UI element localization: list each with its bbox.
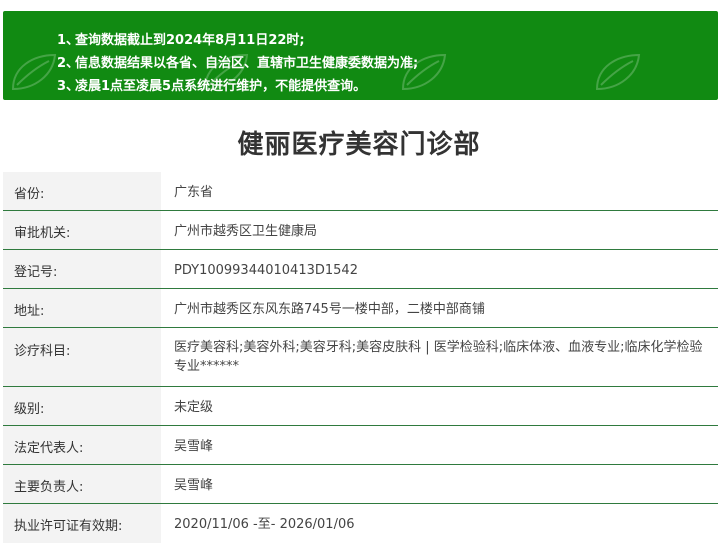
row-label: 级别: bbox=[3, 387, 161, 425]
notice-item: 3、 凌晨1点至凌晨5点系统进行维护，不能提供查询。 bbox=[57, 73, 418, 96]
row-label: 执业许可证有效期: bbox=[3, 504, 161, 543]
notice-item-text: 信息数据结果以各省、自治区、直辖市卫生健康委数据为准; bbox=[75, 56, 419, 71]
table-row-principal: 主要负责人: 吴雪峰 bbox=[3, 465, 718, 504]
table-row-level: 级别: 未定级 bbox=[3, 387, 718, 426]
notice-item-number: 3、 bbox=[57, 79, 80, 94]
table-row-approval-authority: 审批机关: 广州市越秀区卫生健康局 bbox=[3, 211, 718, 250]
row-label: 诊疗科目: bbox=[3, 328, 161, 386]
row-label: 主要负责人: bbox=[3, 465, 161, 503]
row-label: 登记号: bbox=[3, 250, 161, 288]
notice-list: 1、 查询数据截止到2024年8月11日22时; 2、 信息数据结果以各省、自治… bbox=[57, 27, 418, 96]
row-label: 审批机关: bbox=[3, 211, 161, 249]
notice-item-text: 凌晨1点至凌晨5点系统进行维护，不能提供查询。 bbox=[75, 79, 367, 94]
table-row-registration-number: 登记号: PDY10099344010413D1542 bbox=[3, 250, 718, 289]
watermark-leaf-icon bbox=[5, 49, 63, 93]
notice-item: 2、 信息数据结果以各省、自治区、直辖市卫生健康委数据为准; bbox=[57, 50, 418, 73]
notice-item-text: 查询数据截止到2024年8月11日22时; bbox=[75, 33, 305, 48]
row-value: 未定级 bbox=[174, 400, 214, 415]
row-value: 广东省 bbox=[174, 185, 214, 200]
row-label: 法定代表人: bbox=[3, 426, 161, 464]
row-value: 广州市越秀区东风东路745号一楼中部，二楼中部商铺 bbox=[174, 302, 485, 317]
page-title: 健丽医疗美容门诊部 bbox=[237, 130, 481, 160]
notice-banner: 1、 查询数据截止到2024年8月11日22时; 2、 信息数据结果以各省、自治… bbox=[3, 11, 718, 100]
notice-item: 1、 查询数据截止到2024年8月11日22时; bbox=[57, 27, 418, 50]
watermark-leaf-icon bbox=[589, 49, 647, 93]
table-row-legal-representative: 法定代表人: 吴雪峰 bbox=[3, 426, 718, 465]
table-row-address: 地址: 广州市越秀区东风东路745号一楼中部，二楼中部商铺 bbox=[3, 289, 718, 328]
notice-item-number: 2、 bbox=[57, 56, 80, 71]
table-row-province: 省份: 广东省 bbox=[3, 172, 718, 211]
row-value: 吴雪峰 bbox=[174, 478, 214, 493]
row-label: 省份: bbox=[3, 172, 161, 210]
row-label: 地址: bbox=[3, 289, 161, 327]
row-value: 广州市越秀区卫生健康局 bbox=[174, 224, 318, 239]
row-value: PDY10099344010413D1542 bbox=[174, 263, 358, 278]
hospital-info-page: 1、 查询数据截止到2024年8月11日22时; 2、 信息数据结果以各省、自治… bbox=[0, 0, 727, 543]
table-row-license-validity: 执业许可证有效期: 2020/11/06 -至- 2026/01/06 bbox=[3, 504, 718, 543]
row-value: 医疗美容科;美容外科;美容牙科;美容皮肤科 | 医学检验科;临床体液、血液专业;… bbox=[174, 340, 703, 374]
table-row-departments: 诊疗科目: 医疗美容科;美容外科;美容牙科;美容皮肤科 | 医学检验科;临床体液… bbox=[3, 328, 718, 387]
row-value: 2020/11/06 -至- 2026/01/06 bbox=[174, 517, 355, 532]
row-value: 吴雪峰 bbox=[174, 439, 214, 454]
info-table: 省份: 广东省 审批机关: 广州市越秀区卫生健康局 登记号: PDY100993… bbox=[3, 172, 718, 543]
notice-item-number: 1、 bbox=[57, 33, 80, 48]
